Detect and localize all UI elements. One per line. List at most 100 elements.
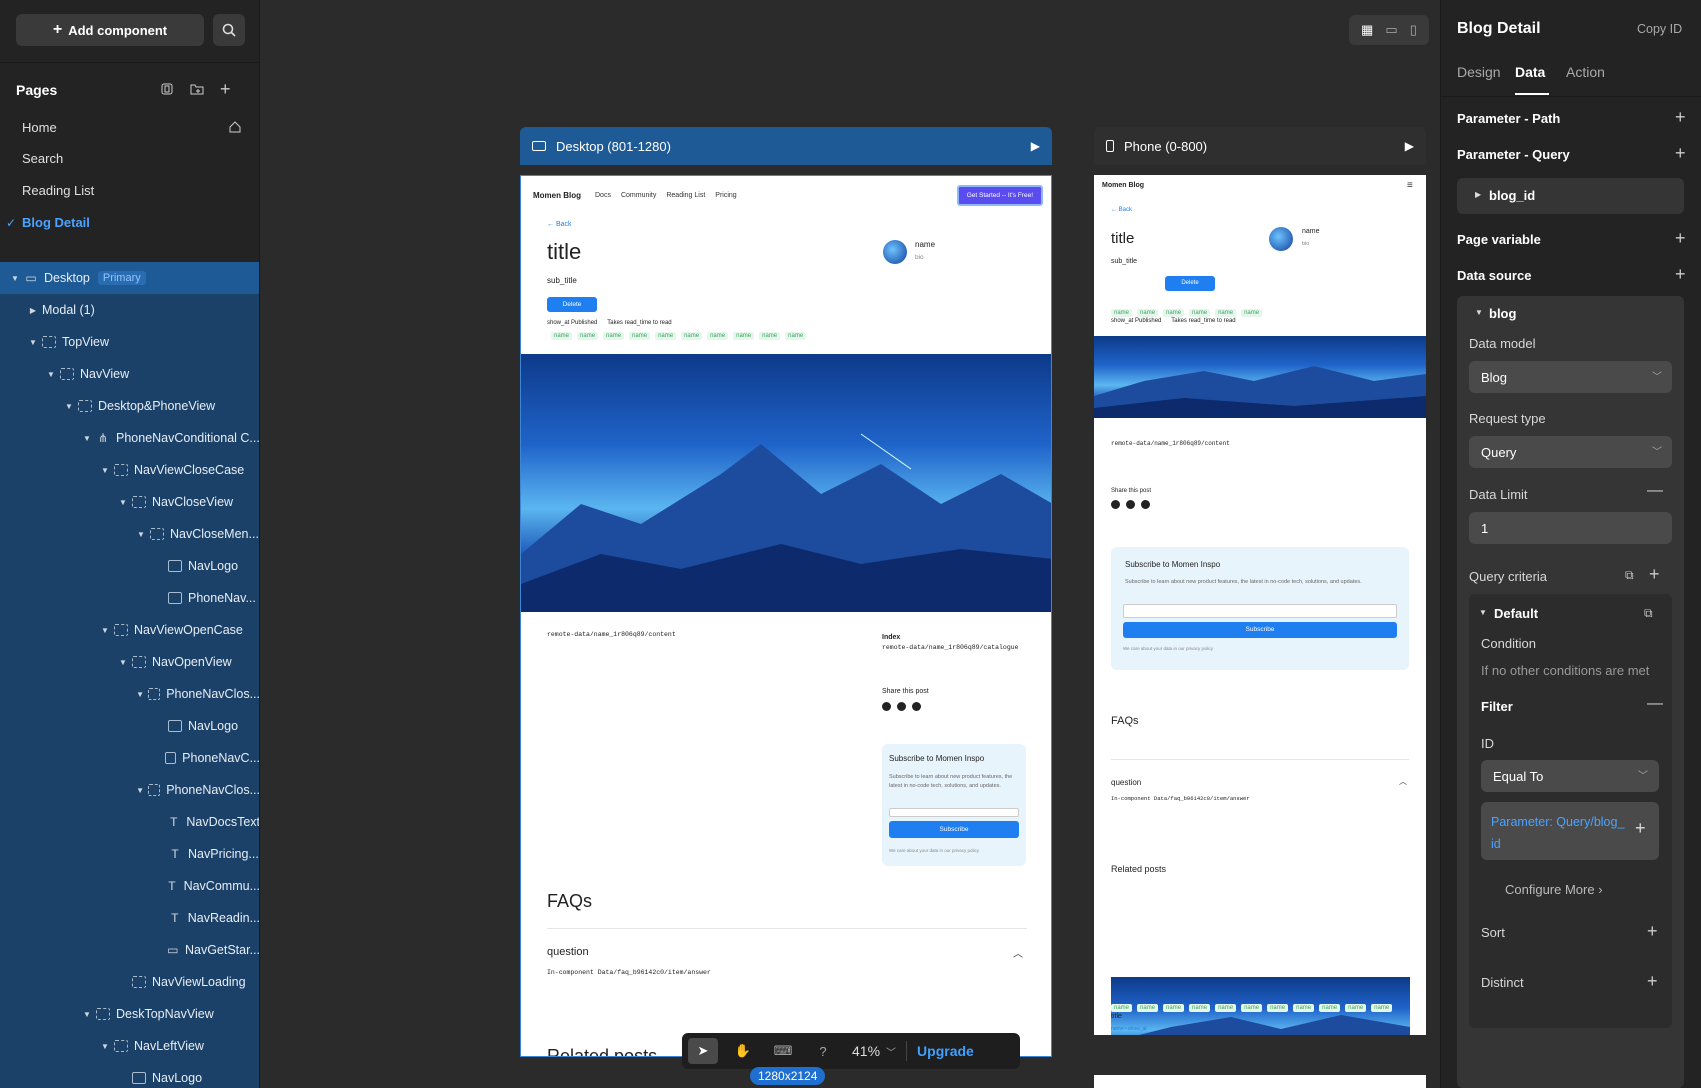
nav-community[interactable]: Community xyxy=(621,192,656,199)
phone-frame-header[interactable]: Phone (0-800) ▶ xyxy=(1094,127,1426,165)
play-icon[interactable]: ▶ xyxy=(1031,139,1040,153)
caret-down-icon[interactable]: ▼ xyxy=(64,402,74,411)
tree-row[interactable]: ▼ NavCloseMen... xyxy=(0,518,259,550)
add-parameter-query-icon[interactable]: + xyxy=(1675,143,1686,164)
tag[interactable]: name xyxy=(1215,309,1237,317)
tree-row[interactable]: ▼ PhoneNavClos... xyxy=(0,678,259,710)
caret-down-icon[interactable]: ▼ xyxy=(1475,308,1483,317)
tag[interactable]: name xyxy=(1137,1004,1159,1012)
tree-row[interactable]: T NavReadin... xyxy=(0,902,259,934)
request-type-select[interactable]: Query ﹀ xyxy=(1469,436,1672,468)
layers-icon[interactable] xyxy=(160,82,174,96)
tree-row[interactable]: ▶ Modal (1) xyxy=(0,294,259,326)
caret-down-icon[interactable]: ▼ xyxy=(10,274,20,283)
tag[interactable]: name xyxy=(707,332,729,340)
caret-down-icon[interactable]: ▼ xyxy=(136,530,146,539)
tag[interactable]: name xyxy=(1371,1004,1393,1012)
tree-row[interactable]: ▼ NavOpenView xyxy=(0,646,259,678)
tree-row[interactable]: NavLogo xyxy=(0,550,259,582)
get-started-button[interactable]: Get Started -- It's Free! xyxy=(956,185,1043,206)
zoom-select[interactable]: 41% ﹀ xyxy=(852,1043,896,1059)
tree-row[interactable]: ▼ NavView xyxy=(0,358,259,390)
back-link[interactable]: ← Back xyxy=(1111,207,1132,213)
add-data-source-icon[interactable]: + xyxy=(1675,264,1686,285)
caret-right-icon[interactable]: ▶ xyxy=(28,306,38,315)
tree-row[interactable]: ▼ NavViewCloseCase xyxy=(0,454,259,486)
caret-down-icon[interactable]: ▼ xyxy=(82,1010,92,1019)
tab-action[interactable]: Action xyxy=(1566,64,1605,80)
add-component-button[interactable]: + Add component xyxy=(16,14,204,46)
faq-question[interactable]: question xyxy=(547,946,589,958)
tag[interactable]: name xyxy=(1319,1004,1341,1012)
caret-down-icon[interactable]: ▼ xyxy=(46,370,56,379)
hand-tool[interactable]: ✋ xyxy=(728,1038,758,1064)
tree-row[interactable]: T NavCommu... xyxy=(0,870,259,902)
tag[interactable]: name xyxy=(681,332,703,340)
related-post-title[interactable]: title xyxy=(1111,1013,1122,1020)
play-icon[interactable]: ▶ xyxy=(1405,139,1414,153)
caret-down-icon[interactable]: ▼ xyxy=(136,690,144,699)
facebook-icon[interactable] xyxy=(912,702,921,711)
caret-down-icon[interactable]: ▼ xyxy=(100,626,110,635)
back-link[interactable]: ← Back xyxy=(547,221,572,228)
caret-down-icon[interactable]: ▼ xyxy=(118,658,128,667)
tag[interactable]: name xyxy=(1163,309,1185,317)
linkedin-icon[interactable] xyxy=(897,702,906,711)
data-limit-input[interactable]: 1 xyxy=(1469,512,1672,544)
operator-select[interactable]: Equal To ﹀ xyxy=(1481,760,1659,792)
grid-icon[interactable]: ▦ xyxy=(1361,22,1373,38)
tag[interactable]: name xyxy=(603,332,625,340)
tree-row[interactable]: T NavDocsText xyxy=(0,806,259,838)
delete-button[interactable]: Delete xyxy=(1165,276,1215,291)
email-field[interactable] xyxy=(889,808,1019,817)
tree-row[interactable]: PhoneNavC... xyxy=(0,742,259,774)
add-parameter-path-icon[interactable]: + xyxy=(1675,107,1686,128)
search-button[interactable] xyxy=(213,14,245,46)
page-item-home[interactable]: Home xyxy=(22,120,57,135)
subscribe-button[interactable]: Subscribe xyxy=(1123,622,1397,638)
tree-row[interactable]: ▼ ▭ Desktop Primary xyxy=(0,262,259,294)
tag[interactable]: name xyxy=(1163,1004,1185,1012)
tag[interactable]: name xyxy=(1111,309,1133,317)
nav-pricing[interactable]: Pricing xyxy=(715,192,736,199)
param-blog-id[interactable]: ▶ blog_id xyxy=(1457,178,1684,214)
momen-logo[interactable]: Momen Blog xyxy=(1102,182,1144,189)
tag[interactable]: name xyxy=(1241,309,1263,317)
tree-row[interactable]: ▼ NavViewOpenCase xyxy=(0,614,259,646)
caret-down-icon[interactable]: ▼ xyxy=(100,466,110,475)
tree-row[interactable]: ▼ TopView xyxy=(0,326,259,358)
tag[interactable]: name xyxy=(1111,1004,1133,1012)
duplicate-icon[interactable]: ⧉ xyxy=(1644,606,1653,621)
data-model-select[interactable]: Blog ﹀ xyxy=(1469,361,1672,393)
tag[interactable]: name xyxy=(759,332,781,340)
tag[interactable]: name xyxy=(1137,309,1159,317)
desktop-frame-header[interactable]: Desktop (801-1280) ▶ xyxy=(520,127,1052,165)
faq-question[interactable]: question xyxy=(1111,778,1141,787)
tag[interactable]: name xyxy=(1189,1004,1211,1012)
add-value-icon[interactable]: + xyxy=(1635,818,1646,839)
tag[interactable]: name xyxy=(629,332,651,340)
add-page-variable-icon[interactable]: + xyxy=(1675,228,1686,249)
tag[interactable]: name xyxy=(1345,1004,1367,1012)
remove-data-limit-icon[interactable]: — xyxy=(1647,482,1663,500)
page-item-blog-detail[interactable]: Blog Detail xyxy=(22,215,90,230)
select-tool[interactable]: ➤ xyxy=(688,1038,718,1064)
nav-reading-list[interactable]: Reading List xyxy=(666,192,705,199)
tree-row[interactable]: NavViewLoading xyxy=(0,966,259,998)
subscribe-button[interactable]: Subscribe xyxy=(889,821,1019,838)
filter-value-field[interactable]: Parameter: Query/blog_id + xyxy=(1481,802,1659,860)
add-sort-icon[interactable]: + xyxy=(1647,921,1658,942)
tree-row[interactable]: ▼ PhoneNavClos... xyxy=(0,774,259,806)
tag[interactable]: name xyxy=(655,332,677,340)
tag[interactable]: name xyxy=(1189,309,1211,317)
add-page-icon[interactable]: + xyxy=(220,80,231,98)
caret-down-icon[interactable]: ▼ xyxy=(82,434,92,443)
caret-down-icon[interactable]: ▼ xyxy=(136,786,144,795)
delete-button[interactable]: Delete xyxy=(547,297,597,312)
tree-row[interactable]: ▼ DeskTopNavView xyxy=(0,998,259,1030)
page-item-search[interactable]: Search xyxy=(22,151,63,166)
tree-row[interactable]: T NavPricing... xyxy=(0,838,259,870)
tag[interactable]: name xyxy=(733,332,755,340)
tag[interactable]: name xyxy=(1241,1004,1263,1012)
upgrade-button[interactable]: Upgrade xyxy=(917,1043,974,1059)
